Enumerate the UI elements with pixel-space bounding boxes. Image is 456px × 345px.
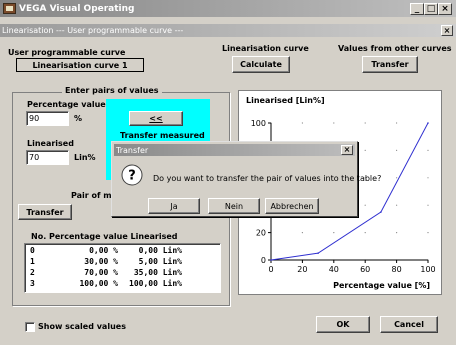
table-row[interactable]: 1 30,00 % 5,00 Lin% — [30, 257, 220, 268]
back-button[interactable]: << — [129, 111, 183, 126]
grid-dot — [364, 204, 366, 206]
chart-title: Linearised [Lin%] — [246, 96, 325, 105]
title-bar[interactable]: VEGA Visual Operating — [0, 0, 456, 17]
row-linearised: 100,00 Lin% — [129, 279, 182, 288]
curve-name-field[interactable]: Linearisation curve 1 — [16, 58, 144, 72]
dialog-message: Do you want to transfer the pair of valu… — [153, 174, 382, 183]
question-icon: ? — [121, 164, 143, 186]
row-percentage: 0,00 % — [89, 246, 118, 255]
table-rows: 0 0,00 % 0,00 Lin% 1 30,00 % 5,00 Lin% 2 70,00 … — [30, 246, 220, 290]
x-tick-label: 20 — [297, 265, 307, 274]
row-number: 0 — [30, 246, 35, 255]
minimize-button[interactable]: _ — [410, 3, 424, 15]
grid-dot — [427, 177, 429, 179]
other-curves-label: Values from other curves — [338, 44, 452, 53]
x-tick-label: 40 — [329, 265, 339, 274]
linearisation-label: Linearisation curve — [222, 44, 309, 53]
row-number: 3 — [30, 279, 35, 288]
grid-dot — [396, 177, 398, 179]
transfer-measured-label: Transfer measured — [120, 131, 205, 140]
row-percentage: 70,00 % — [84, 268, 118, 277]
data-point — [380, 211, 382, 213]
grid-dot — [364, 232, 366, 234]
dialog-title-bar[interactable]: Transfer — [114, 144, 355, 156]
percentage-label: Percentage value — [27, 100, 106, 109]
y-tick-label: 0 — [261, 256, 266, 265]
row-linearised: 35,00 Lin% — [133, 268, 182, 277]
grid-dot — [396, 204, 398, 206]
grid-dot — [396, 232, 398, 234]
data-point — [427, 122, 429, 124]
maximize-button[interactable]: □ — [424, 3, 438, 15]
data-point — [270, 259, 272, 261]
x-tick-label: 60 — [360, 265, 370, 274]
row-percentage: 30,00 % — [84, 257, 118, 266]
dialog-no-button[interactable]: Nein — [208, 198, 260, 214]
row-linearised: 0,00 Lin% — [138, 246, 182, 255]
row-percentage: 100,00 % — [79, 279, 118, 288]
row-number: 1 — [30, 257, 35, 266]
table-row[interactable]: 0 0,00 % 0,00 Lin% — [30, 246, 220, 257]
percentage-unit: % — [74, 114, 83, 123]
ok-button[interactable]: OK — [316, 316, 370, 333]
grid-dot — [364, 149, 366, 151]
table-header: No. Percentage value Linearised — [31, 232, 178, 241]
window-title: VEGA Visual Operating — [19, 3, 135, 14]
linearised-input[interactable]: 70 — [26, 150, 69, 165]
grid-dot — [301, 122, 303, 124]
subwindow-close-button[interactable]: × — [441, 25, 453, 36]
grid-dot — [301, 232, 303, 234]
table-row[interactable]: 2 70,00 % 35,00 Lin% — [30, 268, 220, 279]
cancel-button[interactable]: Cancel — [380, 316, 438, 333]
grid-dot — [364, 122, 366, 124]
percentage-input[interactable]: 90 — [26, 111, 69, 126]
show-scaled-checkbox[interactable] — [25, 322, 35, 332]
grid-dot — [396, 149, 398, 151]
grid-dot — [427, 232, 429, 234]
close-button[interactable]: × — [438, 3, 452, 15]
subwindow-title: Linearisation --- User programmable curv… — [2, 26, 184, 35]
show-scaled-label: Show scaled values — [38, 322, 126, 331]
calculate-button[interactable]: Calculate — [232, 56, 290, 73]
y-tick-label: 100 — [251, 119, 266, 128]
transfer-dialog: Transfer × ? Do you want to transfer the… — [111, 141, 381, 217]
grid-dot — [333, 232, 335, 234]
grid-dot — [427, 149, 429, 151]
svg-text:?: ? — [128, 169, 136, 184]
dialog-title: Transfer — [116, 145, 149, 155]
dialog-yes-button[interactable]: Ja — [148, 198, 200, 214]
grid-dot — [333, 122, 335, 124]
chart-xlabel: Percentage value [%] — [333, 281, 430, 290]
transfer-pair-button[interactable]: Transfer — [18, 204, 72, 220]
linearised-unit: Lin% — [74, 153, 96, 162]
row-linearised: 5,00 Lin% — [138, 257, 182, 266]
row-number: 2 — [30, 268, 35, 277]
dialog-cancel-button[interactable]: Abbrechen — [265, 198, 319, 214]
subwindow-title-bar[interactable]: Linearisation --- User programmable curv… — [0, 24, 456, 37]
app-icon — [3, 3, 16, 14]
pairs-group-title: Enter pairs of values — [62, 86, 162, 95]
dialog-close-button[interactable]: × — [341, 145, 353, 155]
linearised-label: Linearised — [27, 139, 74, 148]
x-tick-label: 0 — [268, 265, 273, 274]
x-tick-label: 80 — [392, 265, 402, 274]
x-tick-label: 100 — [420, 265, 435, 274]
y-tick-label: 20 — [256, 229, 266, 238]
curve-label: User programmable curve — [8, 48, 126, 57]
grid-dot — [427, 204, 429, 206]
grid-dot — [396, 122, 398, 124]
transfer-other-button[interactable]: Transfer — [362, 56, 418, 73]
data-point — [317, 252, 319, 254]
table-row[interactable]: 3 100,00 % 100,00 Lin% — [30, 279, 220, 290]
